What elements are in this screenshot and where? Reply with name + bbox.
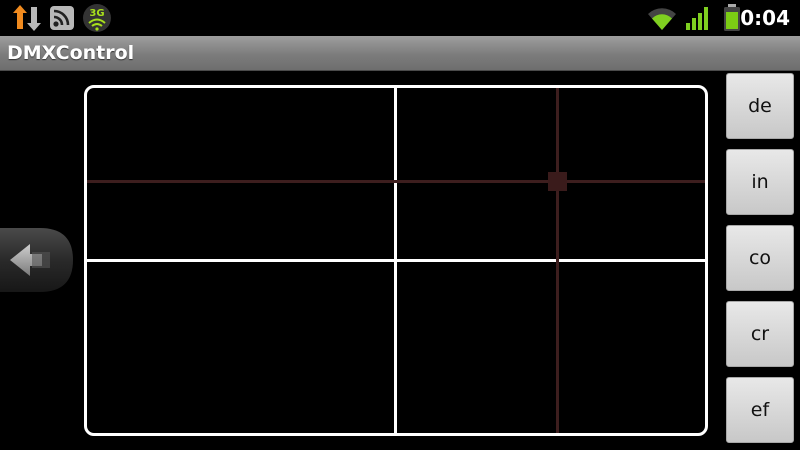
wifi-icon: [647, 2, 677, 34]
xy-cursor-handle[interactable]: [548, 172, 567, 191]
rss-feed-icon: [48, 2, 76, 34]
app-root: 3G 0:04 DMXControl de in co cr ef: [0, 0, 800, 450]
grid-line-horizontal: [87, 259, 705, 262]
crosshair-vertical: [556, 88, 559, 433]
crosshair-horizontal: [87, 180, 705, 183]
side-button-cr[interactable]: cr: [726, 301, 794, 367]
side-button-co[interactable]: co: [726, 225, 794, 291]
network-3g-icon: 3G: [82, 2, 112, 34]
status-bar: 3G 0:04: [0, 0, 800, 36]
cell-signal-icon: [685, 2, 711, 34]
battery-icon: [722, 2, 742, 34]
xy-pad[interactable]: [84, 85, 708, 436]
title-bar: DMXControl: [0, 36, 800, 71]
status-clock: 0:04: [740, 6, 790, 30]
usb-debug-icon: [12, 2, 42, 34]
side-button-de[interactable]: de: [726, 73, 794, 139]
side-button-ef[interactable]: ef: [726, 377, 794, 443]
back-button[interactable]: [0, 228, 73, 292]
side-button-in[interactable]: in: [726, 149, 794, 215]
app-title: DMXControl: [7, 42, 135, 64]
network-badge-label: 3G: [89, 8, 104, 19]
